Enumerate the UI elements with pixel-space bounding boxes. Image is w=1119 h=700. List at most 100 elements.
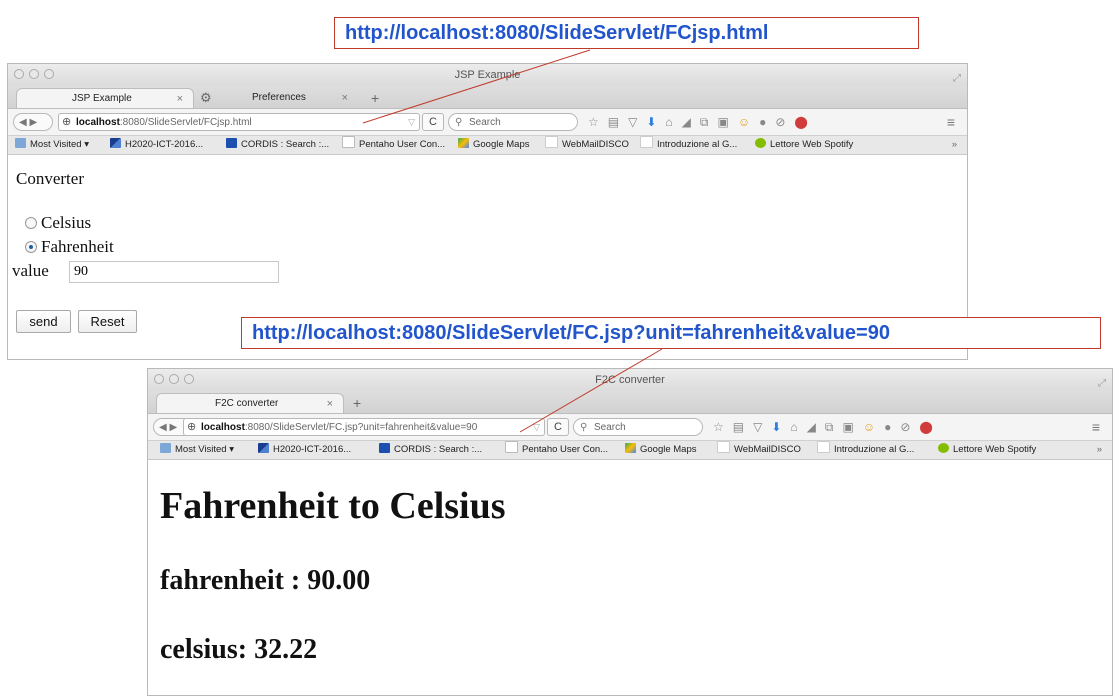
reload-button[interactable]: C	[547, 418, 569, 436]
bookmark-introduzione[interactable]: Introduzione al G...	[640, 136, 737, 154]
title-bar: JSP Example ⤢	[8, 64, 967, 86]
top-url-callout: http://localhost:8080/SlideServlet/FCjsp…	[334, 17, 919, 49]
more-bookmarks-icon[interactable]: »	[952, 136, 957, 154]
tab-preferences[interactable]: Preferences ×	[208, 88, 358, 108]
send-icon[interactable]: ◢	[682, 113, 691, 131]
tab-label: Preferences	[252, 92, 306, 103]
tab-label: JSP Example	[72, 93, 132, 104]
maximize-window-icon[interactable]	[44, 69, 54, 79]
bookmark-webmaildisco[interactable]: WebMailDISCO	[545, 136, 629, 154]
bookmark-label: Introduzione al G...	[834, 444, 915, 455]
send-button[interactable]: send	[16, 310, 71, 333]
bookmark-spotify[interactable]: Lettore Web Spotify	[755, 136, 853, 154]
h2020-icon	[258, 443, 269, 453]
window-title: JSP Example	[454, 69, 521, 81]
bookmark-google-maps[interactable]: Google Maps	[458, 136, 530, 154]
bookmark-most-visited[interactable]: Most Visited ▾	[160, 441, 234, 459]
radio-celsius[interactable]	[25, 217, 37, 229]
minimize-window-icon[interactable]	[169, 374, 179, 384]
toolbar-icons: ☆ ▤ ▽ ⬇ ⌂ ◢ ⧉ ▣ ☺ ● ⊘ ⬤	[588, 113, 808, 131]
window-controls[interactable]	[14, 69, 54, 79]
bookmark-pentaho[interactable]: Pentaho User Con...	[505, 441, 608, 459]
adblock-icon[interactable]: ⬤	[794, 113, 807, 131]
page-icon	[640, 136, 653, 148]
url-bar[interactable]: ⊕ localhost:8080/SlideServlet/FC.jsp?uni…	[183, 418, 545, 436]
maximize-window-icon[interactable]	[184, 374, 194, 384]
new-tab-icon[interactable]: +	[371, 88, 379, 108]
search-input[interactable]: ⚲ Search	[448, 113, 578, 131]
bookmark-cordis[interactable]: CORDIS : Search :...	[226, 136, 329, 154]
menu-icon[interactable]: ≡	[1092, 418, 1100, 436]
screenshot-icon[interactable]: ⧉	[825, 418, 834, 436]
bookmark-label: Pentaho User Con...	[522, 444, 609, 455]
url-dropdown-icon[interactable]: ▽	[408, 114, 415, 130]
reading-list-icon[interactable]: ▤	[733, 418, 744, 436]
chat-icon[interactable]: ●	[759, 113, 766, 131]
close-window-icon[interactable]	[154, 374, 164, 384]
download-icon[interactable]: ⬇	[646, 113, 656, 131]
bookmark-google-maps[interactable]: Google Maps	[625, 441, 697, 459]
window-controls[interactable]	[154, 374, 194, 384]
smiley-icon[interactable]: ☺	[738, 113, 750, 131]
download-icon[interactable]: ⬇	[771, 418, 781, 436]
adblock-icon[interactable]: ⬤	[919, 418, 932, 436]
radio-label-celsius: Celsius	[41, 213, 92, 232]
forward-icon[interactable]: ▶	[29, 117, 37, 128]
screenshot-icon[interactable]: ⧉	[700, 113, 709, 131]
bookmark-h2020[interactable]: H2020-ICT-2016...	[110, 136, 203, 154]
bookmark-most-visited[interactable]: Most Visited ▾	[15, 136, 89, 154]
bookmark-label: Introduzione al G...	[657, 139, 738, 150]
close-tab-icon[interactable]: ×	[327, 394, 333, 414]
bookmark-h2020[interactable]: H2020-ICT-2016...	[258, 441, 351, 459]
cordis-icon	[226, 138, 237, 148]
more-bookmarks-icon[interactable]: »	[1097, 441, 1102, 459]
home-icon[interactable]: ⌂	[665, 113, 672, 131]
reload-button[interactable]: C	[422, 113, 444, 131]
tab-f2c-converter[interactable]: F2C converter ×	[156, 393, 344, 413]
radio-fahrenheit[interactable]	[25, 241, 37, 253]
reading-list-icon[interactable]: ▤	[608, 113, 619, 131]
bookmark-cordis[interactable]: CORDIS : Search :...	[379, 441, 482, 459]
addon-icon[interactable]: ▣	[842, 418, 853, 436]
value-input[interactable]	[69, 261, 279, 283]
bookmark-introduzione[interactable]: Introduzione al G...	[817, 441, 914, 459]
addon-icon[interactable]: ▣	[717, 113, 728, 131]
maps-icon	[458, 138, 469, 148]
page-content: Fahrenheit to Celsius fahrenheit : 90.00…	[148, 460, 1112, 670]
block-icon[interactable]: ⊘	[775, 113, 785, 131]
tab-jsp-example[interactable]: JSP Example ×	[16, 88, 194, 108]
star-icon[interactable]: ☆	[588, 113, 599, 131]
smiley-icon[interactable]: ☺	[863, 418, 875, 436]
search-input[interactable]: ⚲ Search	[573, 418, 703, 436]
reset-button[interactable]: Reset	[78, 310, 137, 333]
bookmark-pentaho[interactable]: Pentaho User Con...	[342, 136, 445, 154]
url-dropdown-icon[interactable]: ▽	[533, 419, 540, 435]
new-tab-icon[interactable]: +	[353, 393, 361, 413]
radio-option-fahrenheit[interactable]: Fahrenheit	[25, 237, 114, 257]
bookmark-spotify[interactable]: Lettore Web Spotify	[938, 441, 1036, 459]
pocket-icon[interactable]: ▽	[753, 418, 762, 436]
back-icon[interactable]: ◀	[19, 117, 27, 128]
star-icon[interactable]: ☆	[713, 418, 724, 436]
back-icon[interactable]: ◀	[159, 422, 167, 433]
forward-icon[interactable]: ▶	[169, 422, 177, 433]
url-bar[interactable]: ⊕ localhost:8080/SlideServlet/FCjsp.html…	[58, 113, 420, 131]
radio-option-celsius[interactable]: Celsius	[25, 213, 91, 233]
back-forward-buttons[interactable]: ◀ ▶	[13, 113, 53, 131]
chat-icon[interactable]: ●	[884, 418, 891, 436]
block-icon[interactable]: ⊘	[900, 418, 910, 436]
close-tab-icon[interactable]: ×	[177, 89, 183, 109]
pocket-icon[interactable]: ▽	[628, 113, 637, 131]
url-path: :8080/SlideServlet/FCjsp.html	[119, 117, 252, 128]
home-icon[interactable]: ⌂	[790, 418, 797, 436]
spotify-icon	[755, 138, 766, 148]
menu-icon[interactable]: ≡	[947, 113, 955, 131]
page-icon	[717, 441, 730, 453]
bookmark-webmaildisco[interactable]: WebMailDISCO	[717, 441, 801, 459]
navigation-bar: ◀ ▶ ⊕ localhost:8080/SlideServlet/FCjsp.…	[8, 109, 967, 136]
send-icon[interactable]: ◢	[807, 418, 816, 436]
close-window-icon[interactable]	[14, 69, 24, 79]
minimize-window-icon[interactable]	[29, 69, 39, 79]
close-tab-icon[interactable]: ×	[342, 88, 348, 108]
reload-icon: C	[554, 421, 562, 433]
